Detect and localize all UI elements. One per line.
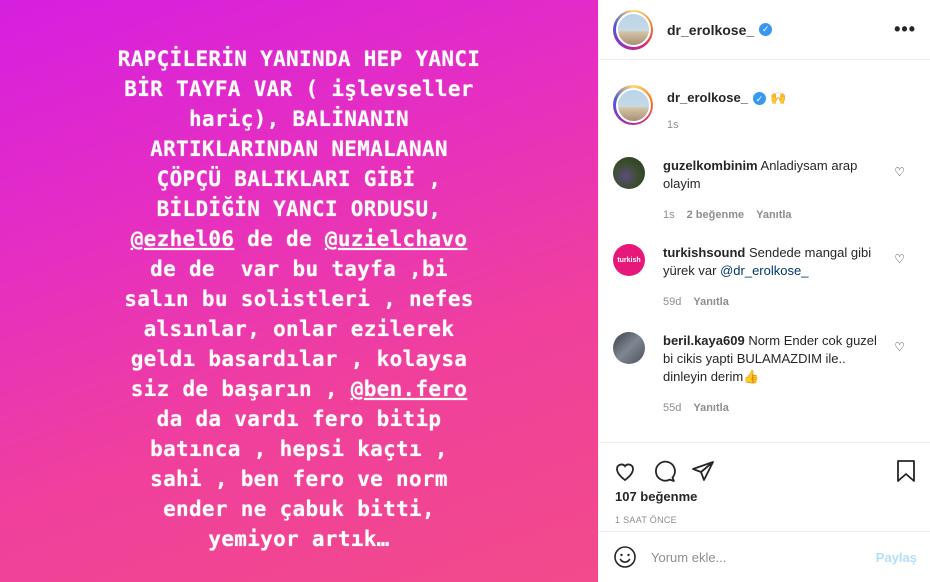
comment-mention[interactable]: @dr_erolkose_: [720, 263, 808, 278]
verified-icon: ✓: [759, 23, 773, 36]
like-comment-icon[interactable]: ♡: [894, 165, 905, 179]
comment-meta: 59d Yanıtla: [663, 293, 881, 311]
story-line: salın bu solistleri , nefes: [124, 287, 474, 311]
story-line: ender ne çabuk bitti,: [163, 497, 435, 521]
comment-likes[interactable]: 2 beğenme: [687, 209, 744, 221]
story-line: siz de başarın , @ben.fero: [40, 374, 558, 404]
story-text-fragment: siz de başarın ,: [130, 377, 351, 401]
post-sidebar: dr_erolkose_ ✓ ••• dr_erolkose_ ✓ 🙌 1s guz…: [598, 0, 930, 582]
avatar-image: [615, 12, 651, 47]
comment-meta: 55d Yanıtla: [663, 399, 881, 417]
comment-time: 59d: [663, 296, 682, 308]
comment-avatar[interactable]: turkish: [613, 244, 645, 276]
caption-username[interactable]: dr_erolkose_: [667, 90, 748, 105]
add-comment-bar: Yorum ekle... Paylaş: [599, 531, 930, 582]
bookmark-icon[interactable]: [895, 459, 917, 483]
more-options-icon[interactable]: •••: [894, 19, 916, 40]
story-line: RAPÇİLERİN YANINDA HEP YANCI: [117, 47, 481, 71]
comment-avatar[interactable]: [613, 157, 645, 189]
reply-button[interactable]: Yanıtla: [693, 296, 728, 308]
header-username[interactable]: dr_erolkose_: [667, 22, 754, 38]
post-comment-button[interactable]: Paylaş: [876, 550, 917, 565]
post-caption: dr_erolkose_ ✓ 🙌 1s: [599, 61, 930, 157]
post-image[interactable]: RAPÇİLERİN YANINDA HEP YANCI BİR TAYFA V…: [0, 0, 598, 582]
comment-body: beril.kaya609 Norm Ender cok guzel bi ci…: [663, 332, 881, 432]
mention-ezhel06[interactable]: @ezhel06: [131, 227, 235, 251]
comments-section: dr_erolkose_ ✓ 🙌 1s guzelkombinim Anladiys…: [599, 61, 930, 443]
comment-body: turkishsound Sendede mangal gibi yürek v…: [663, 244, 881, 332]
post-actions: 107 beğenme 1 SAAT ÖNCE Yorum ekle... Pa…: [599, 443, 930, 582]
comment-username[interactable]: turkishsound: [663, 245, 745, 260]
avatar-image: [615, 87, 651, 123]
comment-icon[interactable]: [652, 459, 676, 483]
comment-item: beril.kaya609 Norm Ender cok guzel bi ci…: [599, 332, 930, 432]
caption-time: 1s: [667, 119, 679, 131]
avatar-label: turkish: [617, 256, 641, 264]
comment-time: 1s: [663, 209, 675, 221]
comment-input[interactable]: Yorum ekle...: [651, 550, 876, 565]
heart-icon[interactable]: [613, 459, 637, 483]
story-line: ÇÖPÇÜ BALIKLARI GİBİ ,: [156, 167, 442, 191]
story-text: RAPÇİLERİN YANINDA HEP YANCI BİR TAYFA V…: [40, 44, 558, 554]
like-comment-icon[interactable]: ♡: [894, 252, 905, 266]
mention-ben-fero[interactable]: @ben.fero: [351, 377, 468, 401]
story-line: de de var bu tayfa ,bi: [150, 257, 448, 281]
likes-count[interactable]: 107 beğenme: [599, 489, 930, 504]
post-time: 1 SAAT ÖNCE: [615, 515, 677, 525]
post-header: dr_erolkose_ ✓ •••: [599, 0, 930, 60]
comment-meta: 1s 2 beğenme Yanıtla: [663, 206, 881, 224]
instagram-post: RAPÇİLERİN YANINDA HEP YANCI BİR TAYFA V…: [0, 0, 930, 582]
story-line: batınca , hepsi kaçtı ,: [150, 437, 448, 461]
story-line: da da vardı fero bitip: [156, 407, 442, 431]
mention-uzielchavo[interactable]: @uzielchavo: [325, 227, 467, 251]
comment-item: guzelkombinim Anladiysam arap olayim 1s 2…: [599, 157, 930, 244]
comment-content: turkishsound Sendede mangal gibi yürek v…: [663, 244, 881, 280]
raised-hands-emoji: 🙌: [769, 90, 787, 105]
avatar[interactable]: [613, 85, 653, 125]
comment-avatar[interactable]: [613, 332, 645, 364]
story-line: BİR TAYFA VAR ( işlevseller: [124, 77, 474, 101]
story-line: alsınlar, onlar ezilerek: [143, 317, 455, 341]
reply-button[interactable]: Yanıtla: [693, 402, 728, 414]
caption-line: dr_erolkose_ ✓ 🙌: [667, 89, 786, 107]
caption-meta: 1s: [667, 116, 786, 134]
comment-username[interactable]: guzelkombinim: [663, 158, 758, 173]
caption-body: dr_erolkose_ ✓ 🙌 1s: [667, 85, 786, 157]
comment-body: guzelkombinim Anladiysam arap olayim 1s 2…: [663, 157, 881, 244]
action-icons: [599, 443, 930, 489]
comment-username[interactable]: beril.kaya609: [663, 333, 745, 348]
story-line: yemiyor artık…: [208, 527, 390, 551]
comment-time: 55d: [663, 402, 682, 414]
comment-content: guzelkombinim Anladiysam arap olayim: [663, 157, 881, 193]
avatar[interactable]: [613, 9, 653, 50]
story-line: ARTIKLARINDAN NEMALANAN: [150, 137, 448, 161]
share-icon[interactable]: [691, 459, 715, 483]
reply-button[interactable]: Yanıtla: [756, 209, 791, 221]
comment-content: beril.kaya609 Norm Ender cok guzel bi ci…: [663, 332, 881, 386]
story-text-fragment: de de: [234, 227, 325, 251]
like-comment-icon[interactable]: ♡: [894, 340, 905, 354]
story-line: BİLDİĞİN YANCI ORDUSU,: [156, 197, 442, 221]
story-line: @ezhel06 de de @uzielchavo: [40, 224, 558, 254]
story-line: sahi , ben fero ve norm: [150, 467, 448, 491]
story-line: hariç), BALİNANIN: [188, 107, 410, 131]
comment-item: turkish turkishsound Sendede mangal gibi…: [599, 244, 930, 332]
emoji-icon[interactable]: [613, 545, 637, 569]
story-line: geldı basardılar , kolaysa: [130, 347, 468, 371]
verified-icon: ✓: [752, 92, 766, 106]
